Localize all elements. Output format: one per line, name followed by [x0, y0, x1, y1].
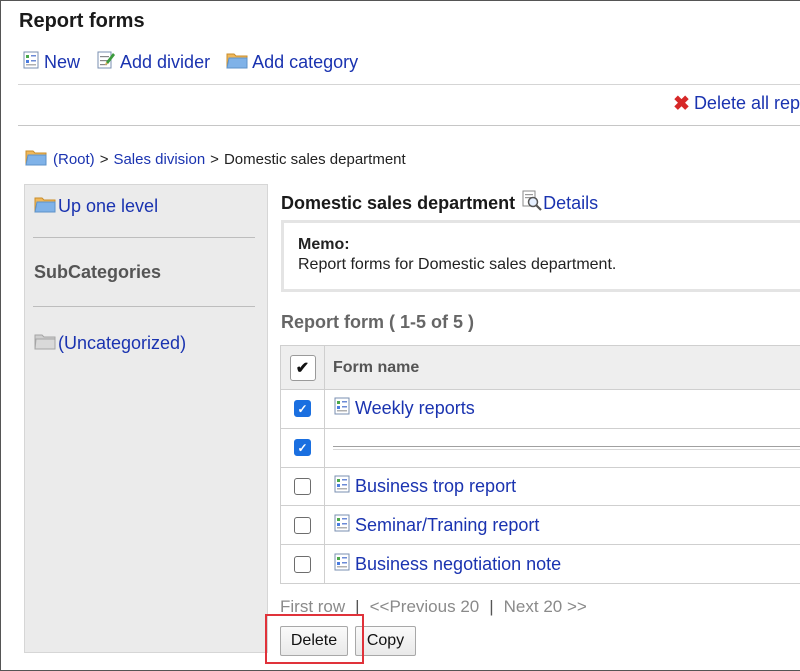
memo-title: Memo: — [298, 236, 350, 253]
divider-line — [333, 445, 800, 450]
row-checkbox[interactable] — [294, 477, 311, 495]
row-checkbox[interactable]: ✓ — [294, 439, 311, 457]
toolbar-separator — [18, 84, 800, 85]
folder-icon — [34, 195, 56, 218]
toolbar: New Add divider Add category — [22, 50, 374, 75]
form-name: Business negotiation note — [355, 553, 562, 574]
table-row-divider: ✓ — [280, 428, 800, 468]
category-name: Domestic sales department — [281, 193, 516, 213]
subcategories-title: SubCategories — [34, 262, 162, 282]
folder-icon — [226, 51, 248, 74]
sidebar-divider — [33, 306, 255, 307]
row-checkbox[interactable]: ✓ — [294, 400, 311, 418]
add-category-label: Add category — [252, 52, 359, 72]
breadcrumb-separator: > — [99, 150, 109, 168]
previous-page-link[interactable]: <<Previous 20 — [370, 597, 480, 617]
table-header-row: ✔ Form name — [280, 346, 800, 390]
memo-box: Memo: Report forms for Domestic sales de… — [281, 220, 800, 292]
report-form-table: ✔ Form name ✓ Weekly reports ✓ Business … — [280, 345, 800, 584]
details-link[interactable]: Details — [521, 190, 598, 217]
table-row: ✓ Weekly reports — [280, 390, 800, 429]
form-name: Business trop report — [355, 475, 517, 496]
sidebar-divider — [33, 237, 255, 238]
add-divider-icon — [96, 50, 116, 75]
delete-button-highlight — [265, 614, 364, 664]
sidebar-item-uncategorized[interactable]: (Uncategorized) — [34, 332, 186, 355]
table-row: Business trop report — [280, 467, 800, 507]
table-row: Business negotiation note — [280, 545, 800, 584]
category-header: Domestic sales department Details — [281, 190, 598, 217]
folder-gray-icon — [34, 332, 56, 355]
form-icon — [333, 553, 351, 576]
form-name-header: Form name — [333, 358, 420, 376]
form-icon — [22, 51, 40, 74]
copy-button[interactable]: Copy — [355, 626, 416, 656]
breadcrumb-separator: > — [210, 150, 219, 168]
form-icon — [333, 397, 351, 420]
category-sidebar: Up one level SubCategories (Uncategorize… — [24, 184, 268, 653]
header-separator — [18, 125, 800, 126]
form-link-seminar-traning-report[interactable]: Seminar/Traning report — [325, 506, 800, 544]
details-label: Details — [543, 193, 599, 213]
uncategorized-label: (Uncategorized) — [58, 333, 187, 353]
report-form-count: Report form ( 1-5 of 5 ) — [281, 312, 475, 332]
memo-text: Report forms for Domestic sales departme… — [298, 256, 617, 273]
up-one-level-label: Up one level — [58, 196, 159, 216]
checkall-cell: ✔ — [281, 346, 325, 389]
row-checkbox[interactable] — [294, 516, 311, 534]
new-form-button[interactable]: New — [22, 51, 80, 74]
form-icon — [333, 514, 351, 537]
form-name: Seminar/Traning report — [355, 514, 540, 535]
new-label: New — [44, 52, 81, 72]
form-name: Weekly reports — [355, 398, 475, 419]
breadcrumb-root-link[interactable]: (Root) — [53, 151, 95, 168]
pager-separator: | — [489, 597, 494, 616]
check-all-button[interactable]: ✔ — [289, 354, 316, 381]
up-one-level-link[interactable]: Up one level — [34, 195, 158, 218]
form-icon — [333, 475, 351, 498]
add-divider-button[interactable]: Add divider — [96, 50, 210, 75]
breadcrumb-current: Domestic sales department — [223, 150, 406, 168]
add-divider-label: Add divider — [120, 52, 211, 72]
form-link-business-trop-report[interactable]: Business trop report — [325, 468, 800, 506]
breadcrumb: (Root) > Sales division > Domestic sales… — [25, 148, 406, 170]
delete-all-button[interactable]: ✖ Delete all rep — [673, 91, 800, 116]
delete-x-icon: ✖ — [673, 93, 690, 115]
form-link-business-negotiation-note[interactable]: Business negotiation note — [325, 545, 800, 583]
table-row: Seminar/Traning report — [280, 506, 800, 546]
delete-all-label: Delete all rep — [693, 93, 800, 113]
folder-icon — [25, 148, 47, 170]
details-magnifier-icon — [521, 190, 543, 217]
page-title: Report forms — [19, 10, 145, 32]
row-checkbox[interactable] — [294, 555, 311, 573]
breadcrumb-sales-division-link[interactable]: Sales division — [113, 151, 205, 168]
next-page-link[interactable]: Next 20 >> — [504, 597, 587, 617]
form-link-weekly-reports[interactable]: Weekly reports — [325, 390, 800, 428]
add-category-button[interactable]: Add category — [226, 51, 358, 74]
